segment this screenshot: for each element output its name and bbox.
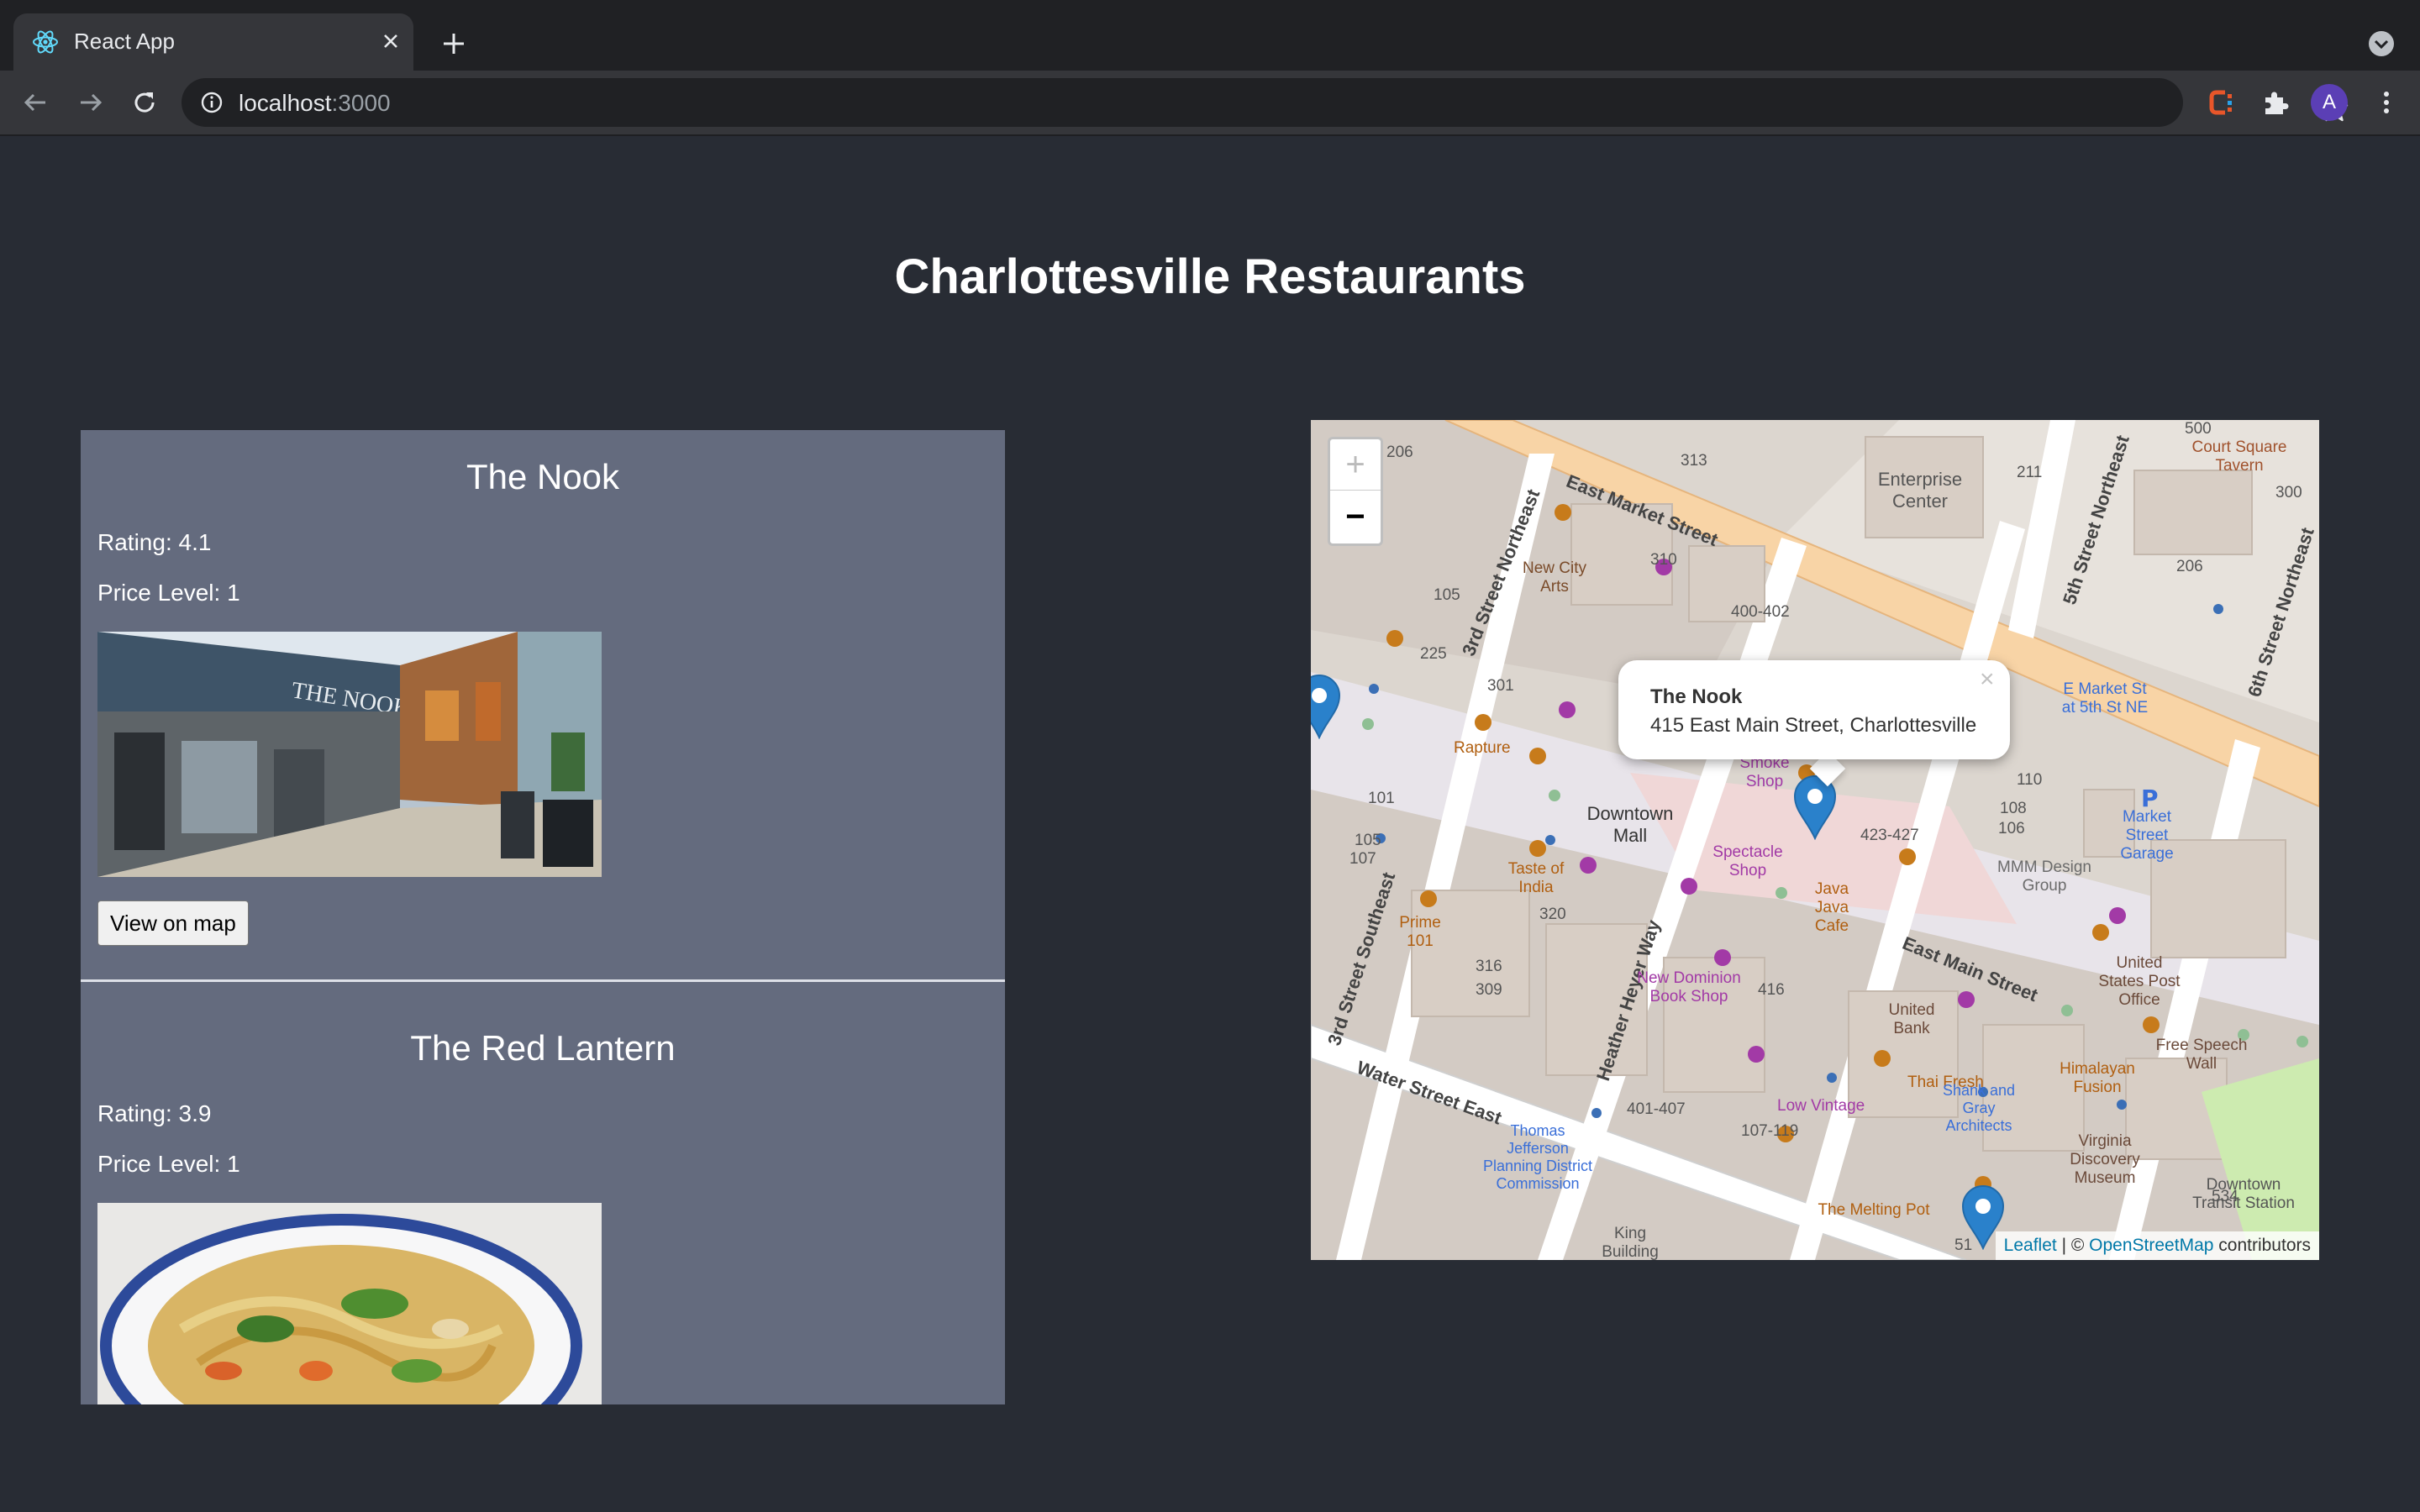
map-place-label: Java Java Cafe — [1814, 880, 1849, 935]
map-place-label: Low Vintage — [1777, 1097, 1865, 1115]
popup-restaurant-name: The Nook — [1650, 685, 1743, 708]
building-number: 105 — [1434, 586, 1460, 604]
extension-c-icon[interactable] — [2205, 86, 2238, 119]
forward-arrow-icon[interactable] — [74, 86, 108, 119]
building-number: 534 — [2212, 1188, 2238, 1205]
building-number: 107 — [1349, 850, 1376, 868]
restaurant-price-level: Price Level: 1 — [97, 580, 240, 606]
back-arrow-icon[interactable] — [18, 86, 52, 119]
new-tab-icon[interactable] — [435, 25, 472, 62]
restaurant-name: The Red Lantern — [410, 1028, 676, 1068]
restaurant-list[interactable]: The Nook Rating: 4.1 Price Level: 1 THE … — [81, 430, 1005, 1404]
map-place-label: United States Post Office — [2098, 954, 2181, 1009]
map-place-label: Spectacle Shop — [1712, 843, 1783, 879]
browser-tab-bar: React App — [0, 0, 2420, 71]
map-place-label: New City Arts — [1522, 559, 1586, 596]
map-place-label: The Melting Pot — [1818, 1201, 1930, 1219]
building-number: 105 — [1355, 832, 1381, 849]
building-number: 300 — [2275, 484, 2302, 501]
building-number: 320 — [1539, 906, 1566, 923]
map-marker-icon[interactable] — [1791, 773, 1839, 840]
restaurant-card: The Nook Rating: 4.1 Price Level: 1 THE … — [81, 430, 1005, 1001]
map-place-label: King Building — [1602, 1225, 1659, 1260]
map-place-label: Himalayan Fusion — [2060, 1060, 2135, 1096]
reload-icon[interactable] — [128, 86, 161, 119]
map-place-label: Market Street Garage — [2120, 808, 2174, 863]
browser-toolbar: localhost:3000 A — [0, 71, 2420, 136]
restaurant-rating: Rating: 4.1 — [97, 529, 212, 555]
zoom-in-button[interactable]: + — [1330, 439, 1381, 491]
card-divider — [81, 979, 1005, 982]
building-number: 110 — [2017, 771, 2043, 789]
map-place-label: Free Speech Wall — [2155, 1037, 2248, 1073]
popup-close-button[interactable]: × — [1980, 665, 1995, 694]
building-number: 500 — [2185, 420, 2212, 438]
restaurant-price-level: Price Level: 1 — [97, 1151, 240, 1177]
map-place-label: United Bank — [1888, 1001, 1935, 1037]
map-place-label: Smoke Shop — [1739, 754, 1790, 790]
map-place-label: Prime 101 — [1399, 914, 1441, 950]
building-number: 225 — [1420, 645, 1447, 663]
restaurant-map[interactable]: P East Market Street East Main Street Wa… — [1311, 420, 2319, 1260]
building-number: 107-119 — [1741, 1122, 1799, 1140]
building-number: 206 — [1386, 444, 1413, 461]
map-place-label: Court Square Tavern — [2191, 438, 2287, 475]
openstreetmap-link[interactable]: OpenStreetMap — [2089, 1236, 2213, 1255]
building-number: 106 — [1998, 820, 2025, 837]
map-place-label: Enterprise Center — [1877, 469, 1963, 512]
building-number: 401-407 — [1627, 1100, 1686, 1118]
close-tab-icon[interactable] — [376, 27, 405, 55]
restaurant-photo — [97, 1203, 602, 1404]
info-icon[interactable] — [198, 89, 225, 116]
building-number: 316 — [1476, 958, 1502, 975]
map-place-label: Taste of India — [1507, 860, 1565, 896]
map-marker-icon[interactable] — [1311, 672, 1343, 739]
map-place-label: Virginia Discovery Museum — [2070, 1132, 2140, 1187]
zoom-control: + − — [1328, 437, 1383, 546]
profile-avatar[interactable]: A — [2311, 84, 2348, 121]
leaflet-link[interactable]: Leaflet — [2004, 1236, 2057, 1255]
restaurant-photo: THE NOOK — [97, 632, 602, 877]
restaurant-card: The Red Lantern Rating: 3.9 Price Level:… — [81, 1001, 1005, 1404]
url-text[interactable]: localhost:3000 — [239, 90, 391, 117]
restaurant-rating: Rating: 3.9 — [97, 1100, 212, 1126]
map-place-label: Rapture — [1454, 739, 1511, 757]
react-logo-icon — [33, 30, 58, 54]
browser-tab[interactable]: React App — [13, 13, 413, 71]
tab-title: React App — [74, 29, 175, 54]
building-number: 301 — [1487, 677, 1514, 695]
building-number: 108 — [2000, 800, 2027, 817]
zoom-out-button[interactable]: − — [1330, 491, 1381, 542]
building-number: 310 — [1650, 551, 1677, 569]
map-place-label: Shank and Gray Architects — [1942, 1082, 2016, 1134]
restaurant-name: The Nook — [466, 457, 620, 496]
tab-search-icon[interactable] — [2363, 25, 2400, 62]
building-number: 416 — [1758, 981, 1785, 999]
building-number: 206 — [2176, 558, 2203, 575]
map-place-label: E Market St at 5th St NE — [2061, 680, 2149, 717]
building-number: 211 — [2017, 464, 2043, 481]
map-attribution: Leaflet | © OpenStreetMap contributors — [1995, 1231, 2319, 1260]
map-place-label: New Dominion Book Shop — [1637, 969, 1741, 1005]
building-number: 101 — [1368, 790, 1395, 807]
more-menu-icon[interactable] — [2370, 86, 2403, 119]
building-number: 313 — [1681, 452, 1707, 470]
building-number: 423-427 — [1860, 827, 1919, 844]
map-place-label: Downtown Transit Station — [2192, 1176, 2295, 1212]
map-place-label: Thomas Jefferson Planning District Commi… — [1482, 1122, 1593, 1192]
view-on-map-button[interactable]: View on map — [97, 900, 249, 946]
map-place-label: MMM Design Group — [1997, 858, 2091, 895]
map-place-label: Downtown Mall — [1586, 803, 1674, 846]
address-bar[interactable]: localhost:3000 — [182, 78, 2349, 127]
building-number: 309 — [1476, 981, 1502, 999]
page-title: Charlottesville Restaurants — [894, 249, 1526, 304]
extensions-puzzle-icon[interactable] — [2259, 86, 2292, 119]
map-popup: The Nook 415 East Main Street, Charlotte… — [1618, 660, 2010, 759]
popup-address: 415 East Main Street, Charlottesville — [1650, 714, 1977, 737]
building-number: 400-402 — [1731, 603, 1790, 621]
